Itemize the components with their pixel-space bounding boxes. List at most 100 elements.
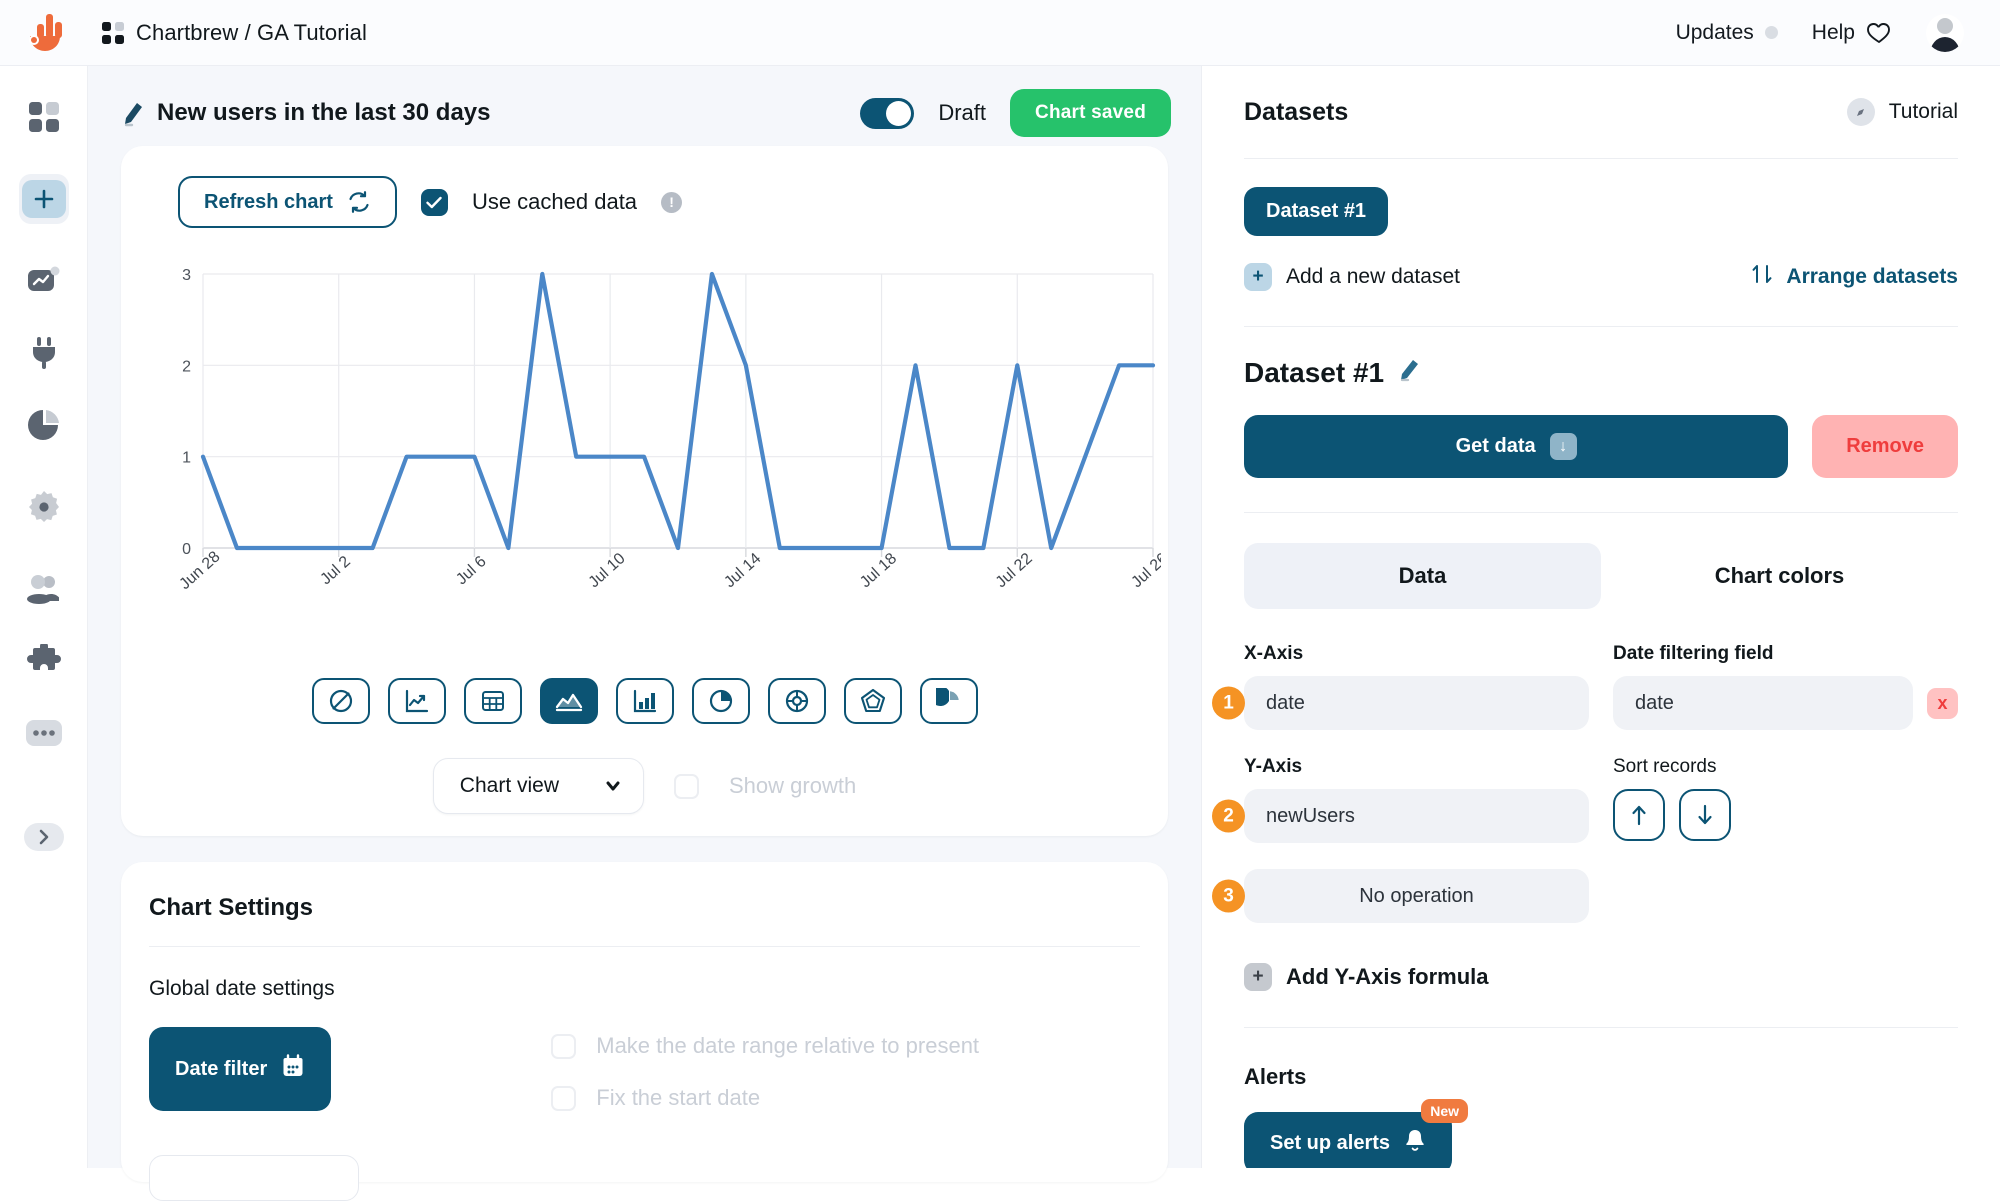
chart-type-table-button[interactable]: [463, 678, 522, 724]
refresh-icon: [347, 190, 371, 214]
date-filter-button[interactable]: Date filter: [149, 1027, 332, 1111]
draft-toggle[interactable]: [860, 97, 915, 129]
sidebar-item-more[interactable]: [19, 708, 69, 758]
sidebar-item-expand[interactable]: [19, 812, 69, 862]
step-badge-2: 2: [1212, 799, 1245, 833]
datasets-panel: Datasets Tutorial Dataset #1 + Add a new…: [1201, 66, 2000, 1168]
date-filtering-field-input[interactable]: date: [1613, 676, 1913, 730]
arrange-datasets-label: Arrange datasets: [1786, 265, 1958, 288]
fix-start-date-checkbox[interactable]: [551, 1085, 577, 1111]
chart-type-line-button[interactable]: [539, 678, 598, 724]
relative-date-range-row[interactable]: Make the date range relative to present: [551, 1033, 979, 1059]
updates-link[interactable]: Updates: [1676, 21, 1778, 45]
sidebar-item-connections[interactable]: [19, 328, 69, 378]
chart-settings-body: Date filter Make the date range relative…: [121, 1027, 1168, 1111]
chart-view-label: Chart view: [459, 774, 559, 797]
x-axis-input[interactable]: date: [1244, 676, 1589, 730]
page-title: New users in the last 30 days: [157, 99, 491, 126]
chevron-down-icon: [605, 774, 621, 798]
arrange-datasets-button[interactable]: Arrange datasets: [1750, 262, 1958, 292]
sidebar-item-integrations[interactable]: [19, 636, 69, 686]
tutorial-link[interactable]: Tutorial: [1846, 98, 1958, 126]
chart-type-none-button[interactable]: [311, 678, 370, 724]
setup-alerts-button[interactable]: Set up alerts New: [1244, 1099, 1469, 1168]
chart-type-kpi-button[interactable]: [387, 678, 446, 724]
chart-toolbar: Refresh chart Use cached data !: [121, 176, 1168, 228]
users-icon: [26, 574, 62, 604]
chart-settings-card: Chart Settings Global date settings Date…: [121, 862, 1168, 1201]
calendar-icon: [281, 1054, 305, 1084]
sidebar-item-datasets[interactable]: [19, 400, 69, 450]
breadcrumb-label: Chartbrew / GA Tutorial: [136, 19, 367, 45]
sidebar-item-create[interactable]: [18, 174, 69, 224]
chartbrew-logo[interactable]: [22, 10, 74, 56]
operation-field: 3 No operation: [1212, 869, 1589, 923]
add-y-axis-formula-button[interactable]: + Add Y-Axis formula: [1244, 963, 1958, 991]
tab-data[interactable]: Data: [1244, 543, 1601, 609]
sidebar-item-team[interactable]: [19, 564, 69, 614]
edit-pencil-icon[interactable]: [1398, 357, 1420, 389]
get-data-button[interactable]: Get data ↓: [1244, 415, 1789, 478]
clear-date-filter-icon[interactable]: x: [1927, 687, 1958, 719]
show-growth-checkbox[interactable]: [674, 773, 699, 799]
tab-chart-colors[interactable]: Chart colors: [1601, 543, 1958, 609]
avatar[interactable]: [1926, 13, 1964, 52]
show-growth-label: Show growth: [729, 773, 857, 798]
sidebar-item-charts[interactable]: [19, 256, 69, 306]
breadcrumb[interactable]: Chartbrew / GA Tutorial: [102, 20, 367, 46]
operation-row: 3 No operation: [1212, 869, 1958, 923]
dataset-name-row: Dataset #1: [1244, 357, 1958, 389]
edit-pencil-icon[interactable]: [121, 101, 143, 127]
svg-text:2: 2: [182, 358, 191, 375]
info-icon[interactable]: !: [661, 191, 683, 213]
sidebar-item-settings[interactable]: [19, 482, 69, 532]
get-data-shortcut-key: ↓: [1549, 433, 1577, 460]
fix-start-date-row[interactable]: Fix the start date: [551, 1085, 979, 1111]
topbar-actions: Updates Help: [1676, 13, 1964, 52]
sort-descending-button[interactable]: [1679, 789, 1731, 841]
dataset-chip-1[interactable]: Dataset #1: [1244, 187, 1389, 236]
chart-saved-button[interactable]: Chart saved: [1010, 89, 1171, 137]
grid-icon: [102, 21, 124, 44]
divider: [149, 946, 1140, 947]
y-axis-input[interactable]: newUsers: [1244, 789, 1589, 843]
chart-type-radar-button[interactable]: [843, 678, 902, 724]
chart-type-bar-button[interactable]: [615, 678, 674, 724]
help-link[interactable]: Help: [1812, 21, 1892, 45]
chart-settings-title: Chart Settings: [149, 894, 314, 921]
add-dataset-button[interactable]: + Add a new dataset: [1244, 263, 1460, 291]
sidebar-item-dashboard[interactable]: [19, 92, 69, 142]
chart-type-doughnut-button[interactable]: [767, 678, 826, 724]
refresh-chart-button[interactable]: Refresh chart: [178, 176, 397, 228]
y-axis-row: Y-Axis 2 newUsers Sort records: [1212, 756, 1958, 843]
use-cached-data-checkbox[interactable]: [420, 188, 448, 216]
alerts-title: Alerts: [1244, 1064, 1307, 1089]
operation-select[interactable]: No operation: [1244, 869, 1589, 923]
x-axis-label: X-Axis: [1244, 643, 1304, 664]
svg-text:Jul 14: Jul 14: [721, 550, 764, 591]
add-dataset-label: Add a new dataset: [1286, 265, 1460, 288]
pie-chart-icon: [27, 408, 61, 442]
chart-view-select[interactable]: Chart view: [432, 758, 644, 814]
divider-dataset-detail: [1244, 326, 1958, 327]
chart-type-pie-button[interactable]: [691, 678, 750, 724]
dataset-fields: X-Axis 1 date Date filtering field date …: [1212, 643, 1958, 1168]
divider-tabs: [1244, 512, 1958, 513]
chart-header: New users in the last 30 days Draft Char…: [88, 80, 1201, 146]
y-axis-field: Y-Axis 2 newUsers: [1212, 756, 1589, 843]
operation-spacer: [1613, 869, 1958, 923]
datasets-panel-body: Datasets Tutorial Dataset #1 + Add a new…: [1202, 66, 2000, 1168]
remove-dataset-button[interactable]: Remove: [1812, 415, 1958, 478]
relative-date-range-checkbox[interactable]: [551, 1033, 577, 1059]
sort-ascending-button[interactable]: [1613, 789, 1665, 841]
svg-text:Jul 2: Jul 2: [317, 553, 354, 588]
grid-icon: [27, 100, 61, 134]
heart-icon: [1866, 21, 1892, 45]
chart-type-polar-button[interactable]: [919, 678, 978, 724]
x-axis-row: X-Axis 1 date Date filtering field date …: [1212, 643, 1958, 730]
step-badge-3: 3: [1212, 879, 1245, 913]
settings-partial-control[interactable]: [149, 1155, 359, 1201]
sort-records-label: Sort records: [1613, 756, 1717, 777]
plug-icon: [28, 336, 60, 370]
draft-label: Draft: [938, 100, 987, 125]
